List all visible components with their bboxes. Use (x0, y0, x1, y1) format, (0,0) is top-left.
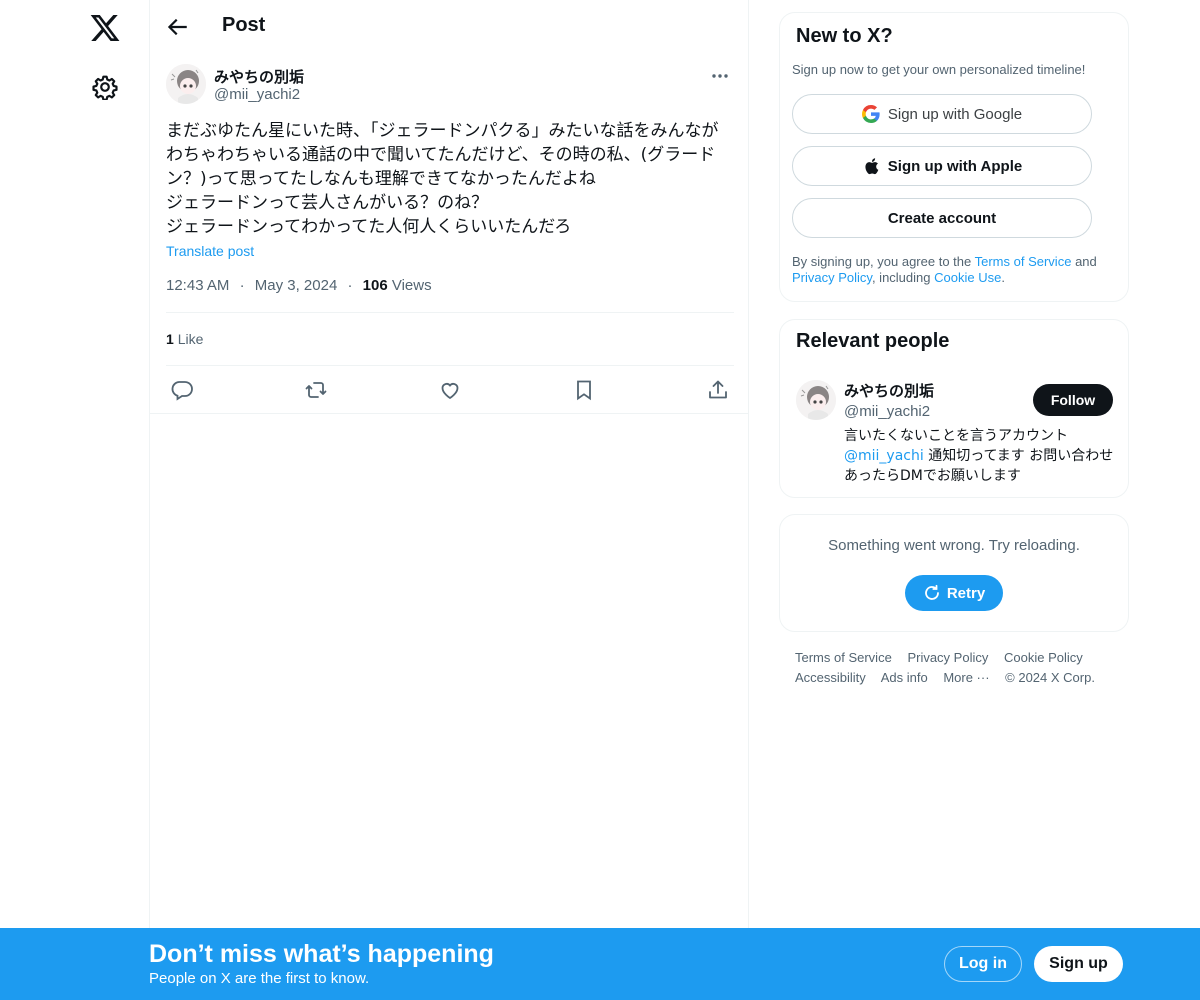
signup-legal-text: By signing up, you agree to the Terms of… (792, 254, 1118, 286)
retry-button[interactable]: Retry (905, 575, 1003, 611)
signup-google-label: Sign up with Google (887, 105, 1023, 123)
footer-links: Terms of Service Privacy Policy Cookie P… (795, 648, 1125, 688)
footer-ads-link[interactable]: Ads info (881, 670, 928, 685)
page-title: Post (222, 14, 266, 36)
post-meta: 12:43 AM · May 3, 2024 · 106 Views (166, 277, 432, 294)
google-icon (861, 105, 880, 123)
bottom-bar-subtitle: People on X are the first to know. (149, 970, 370, 987)
post-actions (150, 366, 748, 414)
relevant-person-bio: 言いたくないことを言うアカウント @mii_yachi 通知切ってます お問い合… (844, 426, 1116, 486)
bottom-signup-bar: Don’t miss what’s happening People on X … (0, 928, 1200, 1000)
more-dots-icon[interactable] (706, 64, 734, 88)
avatar[interactable] (796, 380, 836, 420)
meta-separator: · (347, 277, 353, 294)
cookie-use-link[interactable]: Cookie Use (934, 270, 1001, 285)
post-time[interactable]: 12:43 AM (166, 277, 229, 294)
x-logo-icon[interactable] (89, 12, 121, 44)
error-card: Something went wrong. Try reloading. Ret… (779, 514, 1129, 632)
repost-icon[interactable] (304, 378, 328, 402)
footer-privacy-link[interactable]: Privacy Policy (907, 650, 988, 665)
error-message: Something went wrong. Try reloading. (828, 537, 1080, 554)
post-date[interactable]: May 3, 2024 (255, 277, 338, 294)
signup-google-button[interactable]: Sign up with Google (792, 94, 1092, 134)
footer-accessibility-link[interactable]: Accessibility (795, 670, 866, 685)
follow-button[interactable]: Follow (1033, 384, 1113, 416)
footer-cookie-link[interactable]: Cookie Policy (1004, 650, 1083, 665)
meta-separator: · (239, 277, 245, 294)
legal-period: . (1001, 270, 1005, 285)
footer-terms-link[interactable]: Terms of Service (795, 650, 892, 665)
divider (166, 312, 734, 313)
signup-card: New to X? Sign up now to get your own pe… (779, 12, 1129, 302)
signup-card-subtitle: Sign up now to get your own personalized… (792, 62, 1086, 77)
author-handle[interactable]: @mii_yachi2 (214, 86, 300, 103)
avatar[interactable] (166, 64, 206, 104)
likes-summary[interactable]: 1 Like (166, 331, 203, 347)
page-header: Post (150, 0, 748, 54)
privacy-link[interactable]: Privacy Policy (792, 270, 872, 285)
share-icon[interactable] (706, 378, 730, 402)
author-name[interactable]: みやちの別垢 (214, 66, 304, 87)
retry-label: Retry (946, 584, 986, 602)
legal-including: , including (871, 270, 931, 285)
terms-link[interactable]: Terms of Service (975, 254, 1072, 269)
signup-card-title: New to X? (796, 25, 893, 47)
bottom-bar-title: Don’t miss what’s happening (149, 940, 494, 968)
bio-line: 言いたくないことを言うアカウント (844, 428, 1068, 444)
create-account-button[interactable]: Create account (792, 198, 1092, 238)
relevant-person-handle[interactable]: @mii_yachi2 (844, 403, 930, 420)
post-author: みやちの別垢 @mii_yachi2 (166, 64, 734, 108)
login-button[interactable]: Log in (944, 946, 1022, 982)
heart-icon[interactable] (438, 378, 462, 402)
legal-and: and (1075, 254, 1097, 269)
views-count: 106 (362, 277, 388, 294)
post-text: まだぶゆたん星にいた時、「ジェラードンパクる」みたいな話をみんなが わちゃわちゃ… (166, 121, 719, 237)
relevant-people-title: Relevant people (796, 330, 950, 352)
bookmark-icon[interactable] (572, 378, 596, 402)
translate-post-link[interactable]: Translate post (166, 243, 254, 259)
gear-icon[interactable] (92, 74, 118, 101)
relevant-person-name[interactable]: みやちの別垢 (844, 380, 934, 401)
apple-icon (862, 157, 880, 175)
reply-icon[interactable] (170, 378, 194, 402)
signup-apple-label: Sign up with Apple (887, 157, 1023, 175)
bio-mention-link[interactable]: @mii_yachi (844, 448, 924, 464)
signup-apple-button[interactable]: Sign up with Apple (792, 146, 1092, 186)
likes-label: Like (177, 331, 204, 347)
legal-prefix: By signing up, you agree to the (792, 254, 972, 269)
left-nav (0, 0, 150, 1000)
likes-count: 1 (166, 331, 174, 347)
main-column: Post みやちの別垢 @mii_yachi2 まだぶゆたん星にいた時、「ジェラ… (149, 0, 749, 1000)
views-label: Views (391, 277, 432, 294)
arrow-left-icon[interactable] (164, 14, 190, 40)
signup-button[interactable]: Sign up (1034, 946, 1123, 982)
copyright: © 2024 X Corp. (1005, 670, 1095, 685)
relevant-people-card: Relevant people みやちの別垢 @mii_yachi2 Follo… (779, 319, 1129, 498)
refresh-icon (923, 584, 941, 602)
footer-more-link[interactable]: More ··· (943, 670, 989, 685)
